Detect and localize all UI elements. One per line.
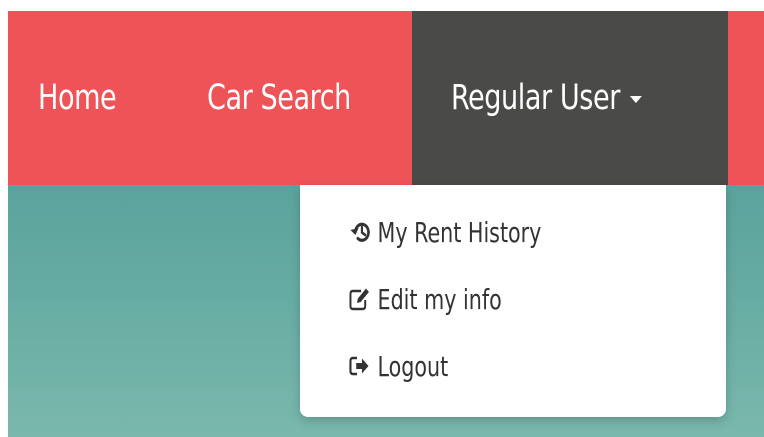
edit-icon <box>348 286 373 312</box>
caret-down-icon <box>630 95 643 103</box>
menu-item-edit-info-label: Edit my info <box>377 283 502 316</box>
nav-user-menu-toggle[interactable]: Regular User <box>451 11 643 185</box>
history-icon <box>348 219 373 245</box>
menu-item-rent-history-label: My Rent History <box>377 216 542 249</box>
app-frame: Home Car Search Regular User My Rent His… <box>8 11 764 437</box>
menu-item-logout-label: Logout <box>377 350 449 383</box>
nav-user-label: Regular User <box>451 78 620 118</box>
logout-icon <box>348 353 373 379</box>
nav-home-link[interactable]: Home <box>38 11 117 185</box>
nav-car-search-link[interactable]: Car Search <box>207 11 351 185</box>
nav-home-label: Home <box>38 78 117 118</box>
navbar: Home Car Search Regular User <box>8 11 764 185</box>
menu-item-rent-history[interactable]: My Rent History <box>348 211 541 255</box>
nav-car-search-label: Car Search <box>207 78 351 118</box>
user-dropdown-menu: My Rent History Edit my info Logout <box>300 185 726 417</box>
menu-item-logout[interactable]: Logout <box>348 345 448 389</box>
menu-item-edit-info[interactable]: Edit my info <box>348 278 502 322</box>
